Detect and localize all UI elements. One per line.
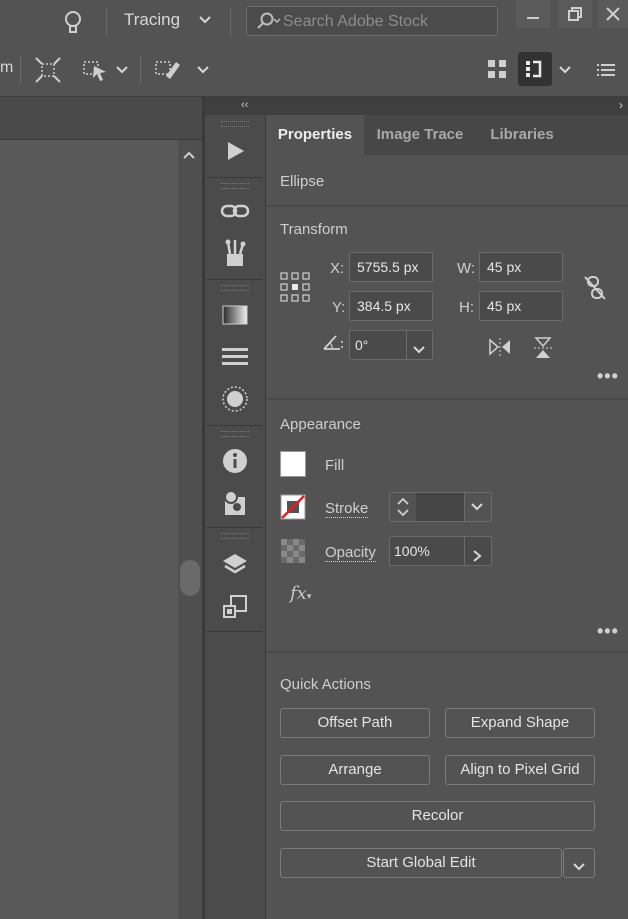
opacity-field[interactable]: 100% [389, 536, 492, 566]
fill-label: Fill [325, 457, 345, 474]
app-top-bar: Tracing Search Adobe Stock [0, 0, 628, 45]
chevron-up-icon[interactable] [182, 148, 196, 164]
offset-path-button[interactable]: Offset Path [280, 708, 430, 738]
arrange-documents-icon[interactable] [486, 58, 508, 83]
chevron-down-icon[interactable] [412, 338, 426, 366]
width-field[interactable]: 45 px [479, 252, 563, 282]
select-similar-icon[interactable] [82, 56, 112, 87]
x-field[interactable]: 5755.5 px [349, 252, 433, 282]
workspace-label: Tracing [124, 10, 181, 29]
arrange-button[interactable]: Arrange [280, 755, 430, 785]
tab-libraries[interactable]: Libraries [478, 115, 566, 155]
gradient-icon[interactable] [205, 295, 265, 335]
opacity-checker-icon [281, 539, 305, 566]
chevron-down-icon [198, 12, 212, 29]
lightbulb-icon[interactable] [60, 8, 86, 36]
restore-button[interactable] [558, 0, 592, 28]
chevron-down-icon[interactable] [470, 500, 484, 517]
recolor-pen-icon[interactable] [154, 56, 184, 87]
opacity-value: 100% [394, 543, 430, 559]
truncated-label: m [0, 59, 14, 76]
document-tab-bar [0, 97, 202, 140]
close-button[interactable] [598, 0, 628, 28]
align-pixel-grid-button[interactable]: Align to Pixel Grid [445, 755, 595, 785]
rotate-angle-icon [322, 333, 346, 356]
artboards-icon[interactable] [205, 587, 265, 627]
tab-image-trace[interactable]: Image Trace [364, 115, 476, 155]
rotate-angle-field[interactable]: 0° [349, 330, 433, 360]
flip-vertical-icon[interactable] [532, 336, 554, 363]
minimize-button[interactable] [516, 0, 550, 28]
appearance-title: Appearance [280, 416, 361, 433]
x-label: X: [330, 260, 345, 277]
w-label: W: [457, 260, 476, 277]
dock-header: ‹‹ › [205, 97, 628, 115]
stroke-lines-icon[interactable] [205, 337, 265, 377]
stock-search-input[interactable]: Search Adobe Stock [246, 6, 498, 36]
chevron-down-icon [572, 856, 586, 884]
global-edit-options-button[interactable] [563, 848, 595, 878]
rotate-angle-value: 0° [355, 337, 369, 353]
constrain-proportions-icon[interactable] [582, 274, 608, 305]
chevron-right-icon[interactable]: › [619, 98, 623, 112]
chevron-right-icon[interactable] [471, 544, 483, 572]
height-field[interactable]: 45 px [479, 291, 563, 321]
y-field[interactable]: 384.5 px [349, 291, 433, 321]
panel-menu-icon[interactable] [597, 62, 615, 81]
scrollbar-thumb[interactable] [180, 560, 200, 596]
brushes-icon[interactable] [205, 233, 265, 273]
start-global-edit-button[interactable]: Start Global Edit [280, 848, 562, 878]
chevron-down-icon[interactable] [196, 63, 210, 80]
reference-point-icon[interactable] [280, 272, 310, 305]
expand-shape-button[interactable]: Expand Shape [445, 708, 595, 738]
workspace-switcher[interactable]: Tracing [124, 10, 211, 34]
more-options-icon[interactable]: ••• [597, 621, 619, 642]
chevron-down-icon[interactable] [558, 63, 572, 80]
workspace-layout-button[interactable] [518, 52, 552, 86]
chevron-down-icon[interactable] [115, 63, 129, 80]
y-label: Y: [332, 299, 346, 316]
transparency-icon[interactable] [205, 379, 265, 419]
control-bar: m [0, 44, 628, 97]
info-icon[interactable] [205, 441, 265, 481]
flip-horizontal-icon[interactable] [488, 336, 512, 361]
search-placeholder: Search Adobe Stock [283, 13, 428, 30]
vertical-scrollbar[interactable] [178, 140, 202, 919]
more-options-icon[interactable]: ••• [597, 366, 619, 387]
transform-title: Transform [280, 221, 348, 238]
h-label: H: [459, 299, 474, 316]
fx-label: fx [290, 583, 307, 604]
stroke-label[interactable]: Stroke [325, 500, 369, 518]
quick-actions-title: Quick Actions [280, 676, 371, 693]
object-type-label: Ellipse [280, 173, 325, 190]
fx-effects-icon[interactable]: fx▾ [290, 583, 311, 604]
search-icon [255, 11, 281, 36]
stroke-swatch[interactable] [280, 494, 306, 520]
tab-properties[interactable]: Properties [266, 115, 364, 155]
panel-dock-icons [205, 115, 266, 919]
collapse-left-icon[interactable]: ‹‹ [241, 99, 248, 111]
artboard-canvas[interactable] [0, 140, 178, 919]
play-icon[interactable] [205, 131, 265, 171]
opacity-label[interactable]: Opacity [325, 544, 376, 562]
fill-swatch[interactable] [280, 451, 306, 477]
isolate-icon[interactable] [34, 56, 62, 87]
shape-builder-icon[interactable] [205, 483, 265, 523]
panel-tabs: Properties Image Trace Libraries [266, 115, 628, 155]
recolor-button[interactable]: Recolor [280, 801, 595, 831]
stroke-weight-stepper[interactable] [389, 492, 492, 522]
links-icon[interactable] [205, 191, 265, 231]
layers-icon[interactable] [205, 545, 265, 585]
stepper-arrows-icon[interactable] [395, 495, 411, 522]
